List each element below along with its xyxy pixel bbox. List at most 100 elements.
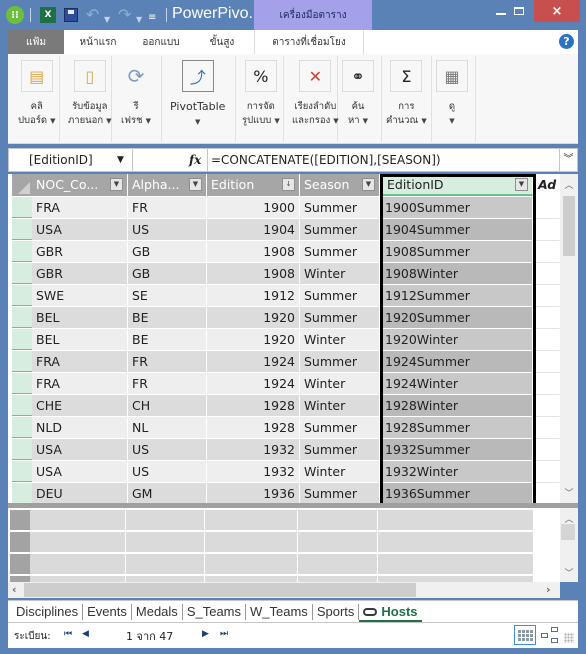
cell-alpha[interactable]: US — [128, 461, 207, 483]
undo-icon[interactable]: ↶ — [86, 5, 99, 24]
cell-edition[interactable]: 1900 — [207, 197, 300, 219]
cell-alpha[interactable]: GB — [128, 263, 207, 285]
horizontal-scrollbar[interactable]: ‹ › — [8, 582, 560, 598]
cell-noc[interactable]: NLD — [32, 417, 128, 439]
cell-noc[interactable]: BEL — [32, 329, 128, 351]
scroll-down-icon[interactable]: ﹀ — [560, 566, 578, 579]
data-view-button[interactable] — [514, 625, 536, 645]
cell-add-column[interactable] — [536, 351, 560, 373]
calc-cell[interactable] — [205, 510, 298, 531]
sheet-tab-sports[interactable]: Sports — [313, 603, 360, 620]
scroll-up-icon[interactable]: ︿ — [560, 178, 578, 191]
cell-noc[interactable]: FRA — [32, 373, 128, 395]
cell-editionid[interactable]: 1904Summer — [383, 219, 533, 241]
fx-icon[interactable]: fx — [189, 149, 201, 171]
name-box-dropdown-icon[interactable]: ▼ — [117, 149, 124, 171]
calc-cell[interactable] — [126, 532, 205, 553]
sheet-tab-disciplines[interactable]: Disciplines — [12, 603, 84, 620]
cell-edition[interactable]: 1928 — [207, 417, 300, 439]
row-selector[interactable] — [12, 329, 32, 350]
cell-editionid[interactable]: 1908Summer — [383, 241, 533, 263]
cell-season[interactable]: Summer — [300, 219, 380, 241]
maximize-button[interactable] — [504, 0, 534, 22]
cell-noc[interactable]: DEU — [32, 483, 128, 504]
cell-alpha[interactable]: SE — [128, 285, 207, 307]
expand-formula-bar-icon[interactable]: ︾ — [559, 149, 577, 171]
powerpivot-icon[interactable]: ⁝⁝ — [6, 6, 24, 24]
last-record-icon[interactable]: ⏭ — [220, 629, 228, 639]
cell-alpha[interactable]: FR — [128, 351, 207, 373]
cell-season[interactable]: Summer — [300, 483, 380, 504]
cell-edition[interactable]: 1924 — [207, 351, 300, 373]
cell-add-column[interactable] — [536, 263, 560, 285]
name-box[interactable]: [EditionID] — [9, 149, 133, 171]
row-selector[interactable] — [12, 241, 32, 262]
cell-add-column[interactable] — [536, 197, 560, 219]
calc-cell[interactable] — [30, 554, 126, 575]
cell-season[interactable]: Winter — [300, 373, 380, 395]
calc-cell[interactable] — [126, 510, 205, 531]
cell-edition[interactable]: 1928 — [207, 395, 300, 417]
row-selector[interactable] — [12, 219, 32, 240]
tab-advanced[interactable]: ขั้นสูง — [190, 30, 254, 54]
scroll-down-icon[interactable]: ﹀ — [560, 486, 578, 499]
cell-season[interactable]: Summer — [300, 351, 380, 373]
cell-editionid[interactable]: 1936Summer — [383, 483, 533, 504]
add-column-header[interactable]: Ad — [536, 174, 560, 196]
cell-season[interactable]: Summer — [300, 197, 380, 219]
cell-add-column[interactable] — [536, 417, 560, 439]
cell-noc[interactable]: SWE — [32, 285, 128, 307]
row-selector[interactable] — [12, 351, 32, 372]
row-selector[interactable] — [12, 285, 32, 306]
cell-alpha[interactable]: BE — [128, 329, 207, 351]
calc-cell[interactable] — [298, 532, 378, 553]
next-record-icon[interactable]: ▶ — [202, 629, 209, 639]
calc-cell[interactable] — [30, 532, 126, 553]
cell-alpha[interactable]: FR — [128, 197, 207, 219]
row-selector[interactable] — [12, 461, 32, 482]
tab-design[interactable]: ออกแบบ — [132, 30, 190, 54]
cell-noc[interactable]: FRA — [32, 197, 128, 219]
cell-noc[interactable]: USA — [32, 439, 128, 461]
tab-linked-table[interactable]: ตารางที่เชื่อมโยง — [254, 30, 364, 54]
cell-editionid[interactable]: 1932Winter — [383, 461, 533, 483]
cell-season[interactable]: Summer — [300, 417, 380, 439]
cell-alpha[interactable]: FR — [128, 373, 207, 395]
row-selector[interactable] — [12, 307, 32, 328]
sort-filter-button[interactable]: ✕ เรียงลำดับ และกรอง ▼ — [292, 60, 339, 128]
tab-home[interactable]: หน้าแรก — [64, 30, 132, 54]
cell-noc[interactable]: GBR — [32, 263, 128, 285]
cell-noc[interactable]: BEL — [32, 307, 128, 329]
cell-editionid[interactable]: 1912Summer — [383, 285, 533, 307]
calc-cell[interactable] — [378, 532, 534, 553]
column-header-noc-country-region[interactable]: NOC_Co... ▼ — [32, 174, 128, 196]
calc-cell[interactable] — [378, 510, 534, 531]
sheet-tab-hosts[interactable]: Hosts — [359, 602, 422, 622]
cell-season[interactable]: Summer — [300, 307, 380, 329]
cell-alpha[interactable]: BE — [128, 307, 207, 329]
cell-editionid[interactable]: 1928Winter — [383, 395, 533, 417]
cell-edition[interactable]: 1912 — [207, 285, 300, 307]
cell-season[interactable]: Winter — [300, 263, 380, 285]
clipboard-button[interactable]: ▤ คลิ ปบอร์ด ▼ — [18, 60, 55, 128]
row-selector[interactable] — [12, 439, 32, 460]
cell-add-column[interactable] — [536, 329, 560, 351]
redo-icon[interactable]: ↷ — [118, 5, 131, 24]
column-header-editionid[interactable]: EditionID ▼ — [383, 174, 533, 196]
calc-cell[interactable] — [30, 510, 126, 531]
sheet-tab-events[interactable]: Events — [83, 603, 132, 620]
cell-alpha[interactable]: NL — [128, 417, 207, 439]
sheet-tab-medals[interactable]: Medals — [132, 603, 183, 620]
cell-editionid[interactable]: 1908Winter — [383, 263, 533, 285]
cell-alpha[interactable]: GB — [128, 241, 207, 263]
cell-editionid[interactable]: 1924Winter — [383, 373, 533, 395]
cell-editionid[interactable]: 1928Summer — [383, 417, 533, 439]
row-selector[interactable] — [12, 197, 32, 218]
column-header-season[interactable]: Season ▼ — [300, 174, 380, 196]
cell-edition[interactable]: 1920 — [207, 329, 300, 351]
scrollbar-thumb[interactable] — [561, 524, 575, 540]
tab-file[interactable]: แฟ้ม — [8, 30, 64, 54]
calc-cell[interactable] — [298, 554, 378, 575]
cell-edition[interactable]: 1920 — [207, 307, 300, 329]
cell-add-column[interactable] — [536, 285, 560, 307]
